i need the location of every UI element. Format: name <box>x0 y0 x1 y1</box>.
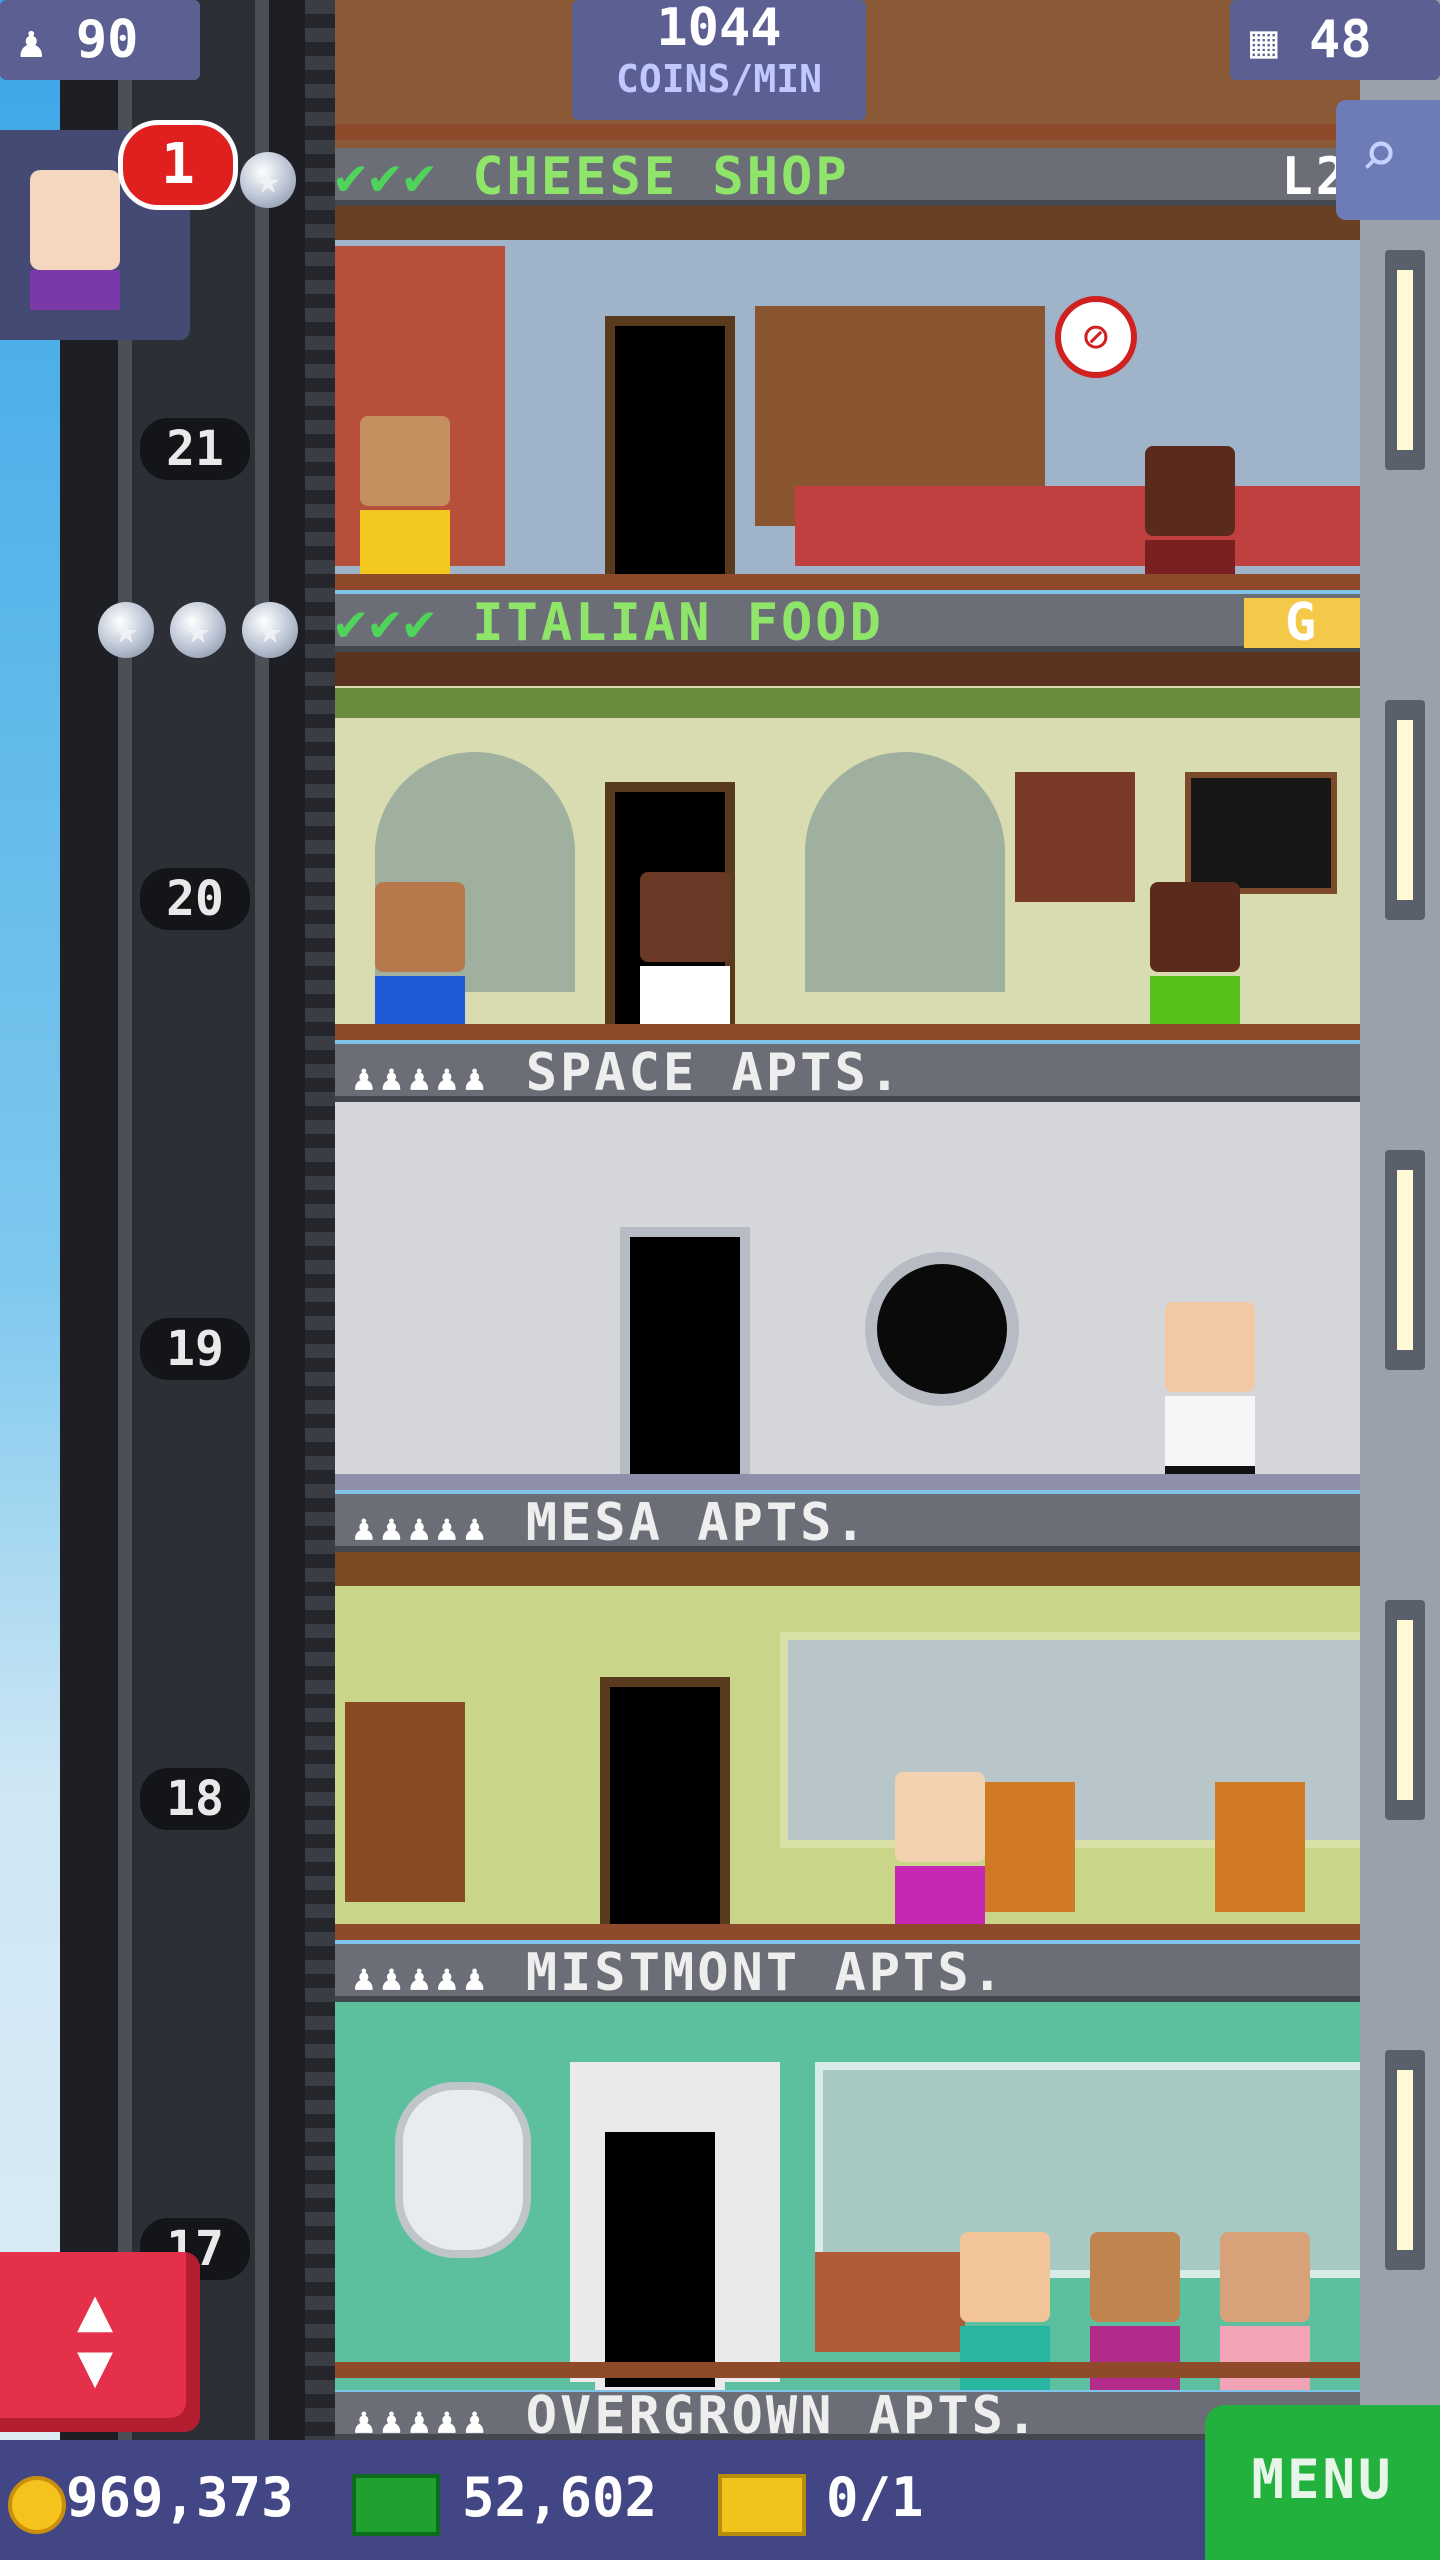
armchair <box>985 1782 1075 1912</box>
resident-astronaut[interactable] <box>1165 1302 1255 1490</box>
floor-name: MISTMONT APTS. <box>525 1943 1006 2003</box>
checkmark-icon: ✔✔✔ <box>335 593 438 653</box>
resident-slots-icon: ♟♟♟♟♟ <box>353 1058 492 1099</box>
up-down-arrows-icon: ▲ ▼ <box>76 2275 114 2401</box>
star-icon: ★ <box>240 152 296 208</box>
tower-window <box>1385 250 1425 470</box>
shopkeeper[interactable] <box>1145 446 1235 590</box>
room-door <box>600 1677 730 1940</box>
room-door <box>605 316 735 586</box>
floor-counter[interactable]: ▦ 48 <box>1230 0 1440 80</box>
arched-window <box>805 752 1005 992</box>
star-icon: ★ <box>242 602 298 658</box>
tickets-value: 0/1 <box>826 2466 924 2529</box>
tower-window <box>1385 700 1425 920</box>
floor-name: OVERGROWN APTS. <box>525 2386 1041 2446</box>
floor-name: MESA APTS. <box>525 1493 869 1553</box>
elevator-rail-left <box>118 0 132 2440</box>
resident-miner[interactable] <box>360 416 450 590</box>
menu-button[interactable]: MENU <box>1205 2405 1440 2560</box>
wine-rack <box>1015 772 1135 902</box>
elevator-rail-right <box>255 0 269 2440</box>
star-icon: ★ <box>98 602 154 658</box>
resident-slots-icon: ♟♟♟♟♟ <box>353 1508 492 1549</box>
room-cheese-shop[interactable]: ⊘ <box>335 206 1360 590</box>
floor-number-20: 20 <box>140 868 250 930</box>
resident-slots-icon: ♟♟♟♟♟ <box>353 2401 492 2442</box>
resident-plumber[interactable] <box>375 882 465 1040</box>
floor-name: ITALIAN FOOD <box>472 593 884 653</box>
ticket-icon <box>718 2474 806 2536</box>
person-icon: ♟ <box>18 17 45 68</box>
visitor-avatar <box>30 170 120 270</box>
coins-rate-value: 1044 <box>656 0 782 58</box>
resident-blonde[interactable] <box>895 1772 985 1936</box>
floor-name: CHEESE SHOP <box>472 147 850 207</box>
room-italian-food[interactable] <box>335 652 1360 1040</box>
visitor-avatar-body <box>30 270 120 310</box>
armchair <box>1215 1782 1305 1912</box>
magnifier-icon: ⌕ <box>1360 118 1399 192</box>
tower-window <box>1385 2050 1425 2270</box>
grape-vines <box>335 688 1360 718</box>
floor-banner-mistmont-apts[interactable]: ♟♟♟♟♟ MISTMONT APTS. <box>335 1944 1360 2002</box>
banknote-icon <box>352 2474 440 2536</box>
bookshelf <box>345 1702 465 1902</box>
room-mistmont-apts[interactable] <box>335 2002 1360 2390</box>
checkmark-icon: ✔✔✔ <box>335 147 438 207</box>
floor-number-18: 18 <box>140 1768 250 1830</box>
coins-rate-unit: COINS/MIN <box>616 57 822 101</box>
search-button[interactable]: ⌕ <box>1336 100 1440 220</box>
population-counter[interactable]: ♟ 90 <box>0 0 200 80</box>
tower-window <box>1385 1600 1425 1820</box>
floor-banner-mesa-apts[interactable]: ♟♟♟♟♟ MESA APTS. <box>335 1494 1360 1552</box>
star-icon: ★ <box>170 602 226 658</box>
building-icon: ▦ <box>1250 14 1278 68</box>
room-door <box>620 1227 750 1490</box>
sky-background <box>0 0 60 2560</box>
sofa <box>815 2252 965 2352</box>
floor-number-19: 19 <box>140 1318 250 1380</box>
coins-per-minute-panel[interactable]: 1044 COINS/MIN <box>572 0 866 120</box>
elevator-button[interactable]: ▲ ▼ <box>0 2252 200 2432</box>
floor-banner-cheese-shop[interactable]: ✔✔✔ CHEESE SHOP L2 <box>335 148 1360 206</box>
room-space-apts[interactable] <box>335 1102 1360 1490</box>
resident-slots-icon: ♟♟♟♟♟ <box>353 1958 492 1999</box>
chalkboard-menu <box>1185 772 1337 894</box>
elevator-car-track <box>132 0 255 2440</box>
chef[interactable] <box>640 872 730 1040</box>
oval-mirror <box>395 2082 531 2258</box>
tower-edge <box>305 0 335 2440</box>
floor-number-21: 21 <box>140 418 250 480</box>
porthole-window <box>865 1252 1019 1406</box>
notification-badge: 1 <box>118 120 238 210</box>
shop-counter <box>795 486 1360 566</box>
room-mesa-apts[interactable] <box>335 1552 1360 1940</box>
floor-banner-italian-food[interactable]: ✔✔✔ ITALIAN FOOD G <box>335 594 1360 652</box>
bux-value: 52,602 <box>462 2466 658 2529</box>
no-smoking-icon: ⊘ <box>1055 296 1137 378</box>
floor-banner-space-apts[interactable]: ♟♟♟♟♟ SPACE APTS. <box>335 1044 1360 1102</box>
population-value: 90 <box>75 10 139 70</box>
coins-value: 969,373 <box>66 2466 294 2529</box>
room-door <box>595 2122 725 2390</box>
floor-name: SPACE APTS. <box>525 1043 904 1103</box>
coin-icon <box>8 2476 66 2534</box>
customer[interactable] <box>1150 882 1240 1040</box>
floor-count-value: 48 <box>1309 10 1372 70</box>
floor-tag: G <box>1244 597 1360 649</box>
tower-window <box>1385 1150 1425 1370</box>
